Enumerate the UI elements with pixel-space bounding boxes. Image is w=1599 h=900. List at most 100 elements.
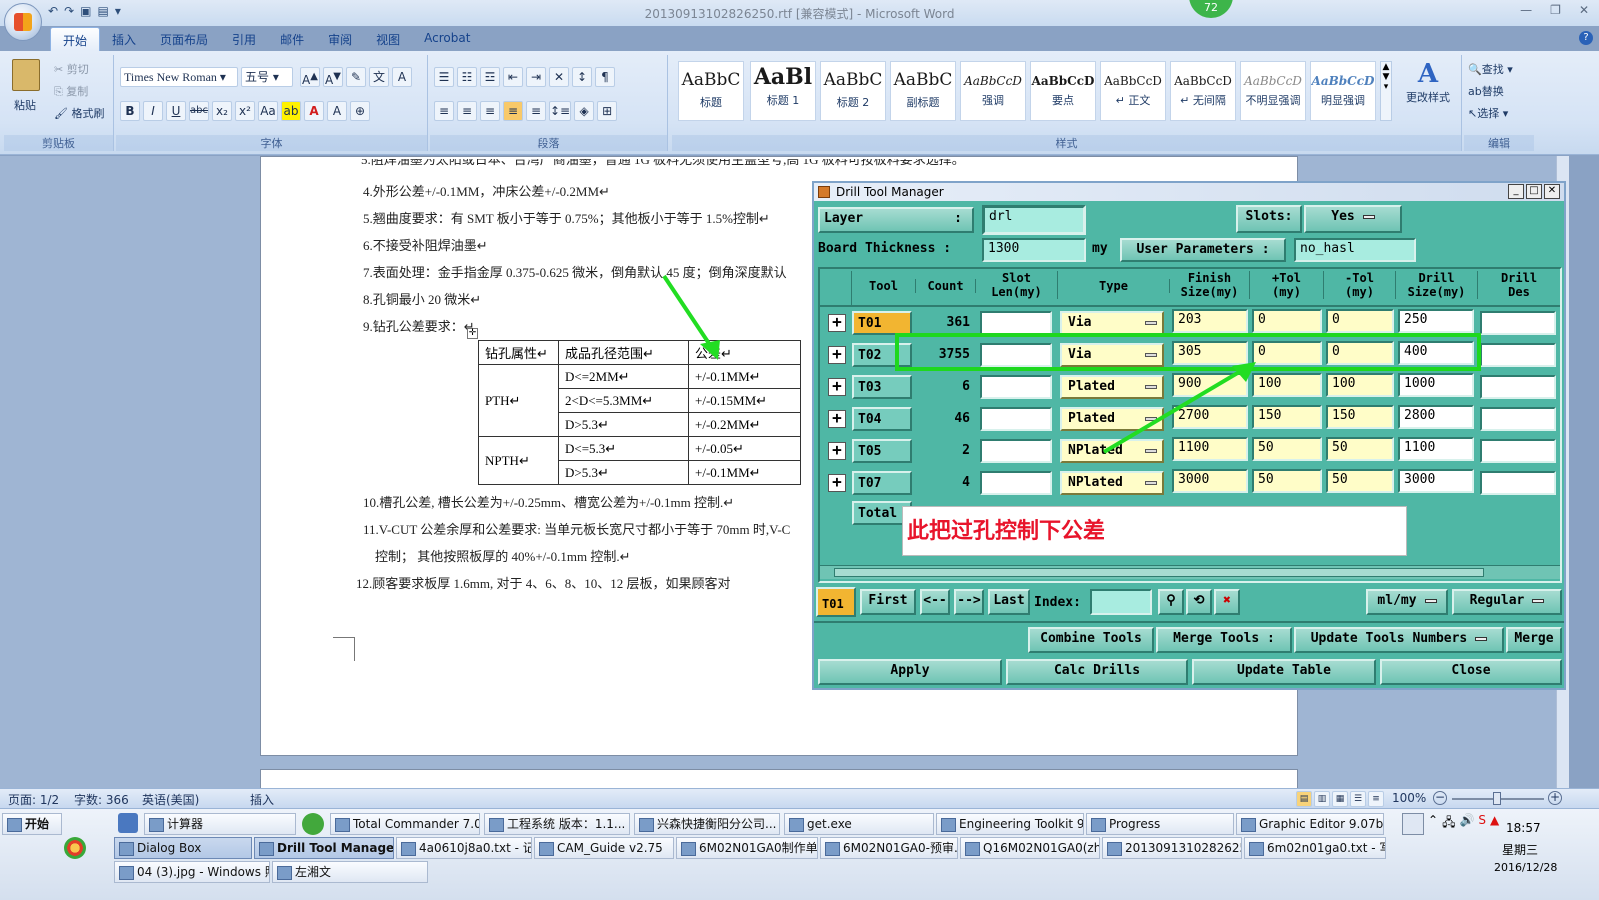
slots-select[interactable]: Yes <box>1304 205 1402 233</box>
page-indicator[interactable]: 页面: 1/2 <box>8 791 59 808</box>
finish-size-input[interactable]: 1100 <box>1172 437 1248 461</box>
taskbar-item[interactable]: Drill Tool Manager <box>254 837 394 859</box>
search-icon[interactable]: ⚲ <box>1158 589 1184 615</box>
tray-network-icon[interactable]: 🖧 <box>1442 813 1455 873</box>
font-color-icon[interactable]: A <box>304 101 324 121</box>
layer-input[interactable]: drl <box>982 205 1086 235</box>
refresh-icon[interactable]: ⟲ <box>1186 589 1212 615</box>
grow-font-icon[interactable]: A▲ <box>300 67 320 87</box>
slot-len-input[interactable] <box>980 407 1052 431</box>
open-icon[interactable]: ▤ <box>97 4 108 22</box>
first-button[interactable]: First <box>860 589 916 615</box>
drill-des-input[interactable] <box>1480 471 1556 495</box>
borders-icon[interactable]: ⊞ <box>597 101 618 121</box>
office-button[interactable] <box>4 3 42 41</box>
table-row[interactable]: + T03 6 Plated 900 100 100 1000 <box>820 371 1560 403</box>
tab-page-layout[interactable]: 页面布局 <box>148 27 220 51</box>
format-painter-button[interactable]: 🖌 格式刷 <box>54 105 104 121</box>
taskbar-item[interactable]: Graphic Editor 9.07b2 (... <box>1236 813 1384 835</box>
taskbar-item[interactable]: Dialog Box <box>114 837 252 859</box>
scroll-thumb[interactable] <box>834 568 1484 577</box>
ie-icon[interactable] <box>302 813 324 835</box>
taskbar-item[interactable]: Q16M02N01GA0(zho... <box>960 837 1100 859</box>
increase-indent-icon[interactable]: ⇥ <box>526 67 546 87</box>
taskbar-item[interactable]: 04 (3).jpg - Windows 照... <box>114 861 270 883</box>
full-screen-icon[interactable]: ▥ <box>1314 791 1330 807</box>
delete-icon[interactable]: ✖ <box>1214 589 1240 615</box>
tray-ime-icon[interactable]: S <box>1478 813 1486 873</box>
plus-tol-input[interactable]: 100 <box>1252 373 1322 397</box>
table-move-handle[interactable]: ✛ <box>467 328 478 339</box>
taskbar-item[interactable]: Total Commander 7.0 p... <box>330 813 480 835</box>
expand-icon[interactable]: + <box>828 474 846 492</box>
taskbar-item[interactable]: 计算器 <box>144 813 296 835</box>
calc-drills-button[interactable]: Calc Drills <box>1006 659 1188 685</box>
taskbar-item[interactable]: 6M02N01GA0-预审... <box>820 837 958 859</box>
print-layout-icon[interactable]: ▤ <box>1296 791 1312 807</box>
zoom-slider-thumb[interactable] <box>1493 792 1501 805</box>
tray-volume-icon[interactable]: 🔊 <box>1459 813 1474 873</box>
tab-review[interactable]: 审阅 <box>316 27 364 51</box>
style-strong[interactable]: AaBbCcD 要点 <box>1030 61 1096 121</box>
web-layout-icon[interactable]: ▦ <box>1332 791 1348 807</box>
tab-references[interactable]: 引用 <box>220 27 268 51</box>
distributed-icon[interactable]: ≡ <box>526 101 546 121</box>
type-select[interactable]: Plated <box>1060 407 1164 431</box>
finish-size-input[interactable]: 900 <box>1172 373 1248 397</box>
undo-icon[interactable]: ↶ <box>48 4 58 22</box>
taskbar-item[interactable]: 6M02N01GA0制作单... <box>676 837 818 859</box>
minus-tol-input[interactable]: 0 <box>1326 309 1394 333</box>
app-launcher-icon[interactable] <box>64 837 86 859</box>
taskbar-item[interactable]: Progress <box>1086 813 1234 835</box>
drill-size-input[interactable]: 3000 <box>1398 469 1474 493</box>
user-params-input[interactable]: no_hasl <box>1294 238 1416 262</box>
expand-icon[interactable]: + <box>828 378 846 396</box>
style-title[interactable]: AaBbC 标题 <box>678 61 744 121</box>
start-button[interactable]: 开始 <box>2 813 62 835</box>
replace-button[interactable]: ab替换 <box>1468 83 1504 99</box>
table-row[interactable]: + T04 46 Plated 2700 150 150 2800 <box>820 403 1560 435</box>
multilevel-list-icon[interactable]: ☲ <box>480 67 500 87</box>
tool-cell[interactable]: T01 <box>852 311 912 335</box>
align-right-icon[interactable]: ≡ <box>480 101 500 121</box>
finish-size-input[interactable]: 2700 <box>1172 405 1248 429</box>
zoom-out-icon[interactable]: − <box>1433 791 1447 805</box>
taskbar-item[interactable]: 工程系统 版本：1.1... <box>484 813 630 835</box>
drill-des-input[interactable] <box>1480 439 1556 463</box>
tool-cell[interactable]: T03 <box>852 375 912 399</box>
slot-len-input[interactable] <box>980 375 1052 399</box>
help-icon[interactable]: ? <box>1579 31 1593 45</box>
bold-icon[interactable]: B <box>120 101 140 121</box>
expand-icon[interactable]: + <box>828 346 846 364</box>
change-case-icon[interactable]: Aa <box>258 101 278 121</box>
copy-button[interactable]: ⎘ 复制 <box>54 83 88 99</box>
tool-cell[interactable]: T04 <box>852 407 912 431</box>
taskbar-item[interactable]: 6m02n01ga0.txt - 写... <box>1244 837 1386 859</box>
zoom-in-icon[interactable]: + <box>1548 791 1562 805</box>
combine-tools-button[interactable]: Combine Tools <box>1028 627 1154 653</box>
insert-mode[interactable]: 插入 <box>250 791 274 808</box>
strikethrough-icon[interactable]: abc <box>189 101 209 121</box>
redo-icon[interactable]: ↷ <box>64 4 74 22</box>
tool-cell[interactable]: T07 <box>852 471 912 495</box>
plus-tol-input[interactable]: 50 <box>1252 469 1322 493</box>
numbering-icon[interactable]: ☷ <box>457 67 477 87</box>
prev-button[interactable]: <-- <box>920 589 950 615</box>
minimize-icon[interactable]: _ <box>1508 184 1524 199</box>
drill-size-input[interactable]: 250 <box>1398 309 1474 333</box>
minus-tol-input[interactable]: 150 <box>1326 405 1394 429</box>
document-page-2[interactable] <box>260 769 1298 789</box>
tab-view[interactable]: 视图 <box>364 27 412 51</box>
user-params-label[interactable]: User Parameters : <box>1120 238 1286 262</box>
type-select[interactable]: NPlated <box>1060 471 1164 495</box>
tool-cell[interactable]: T05 <box>852 439 912 463</box>
taskbar-item[interactable]: 左湘文 <box>272 861 428 883</box>
show-marks-icon[interactable]: ¶ <box>595 67 615 87</box>
sort-icon[interactable]: ↕ <box>572 67 592 87</box>
customize-qat-icon[interactable]: ▾ <box>115 4 121 22</box>
align-center-icon[interactable]: ≡ <box>457 101 477 121</box>
underline-icon[interactable]: U <box>166 101 186 121</box>
decrease-indent-icon[interactable]: ⇤ <box>503 67 523 87</box>
change-styles-button[interactable]: A 更改样式 <box>1400 59 1456 105</box>
close-icon[interactable]: ✕ <box>1579 3 1589 17</box>
